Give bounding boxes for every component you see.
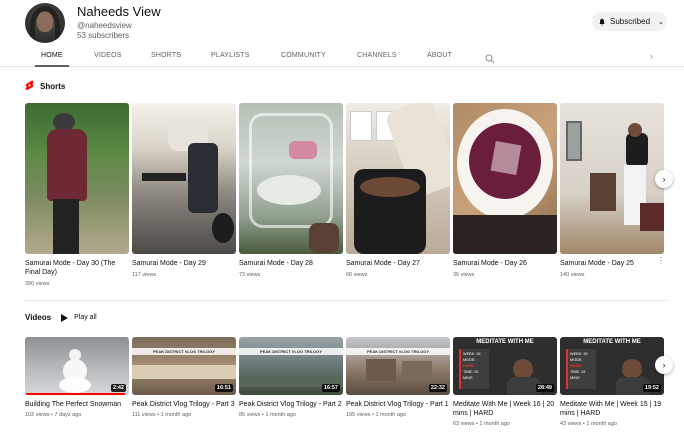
short-item[interactable]: Samurai Mode - Day 25 140 views xyxy=(560,103,664,278)
tab-playlists[interactable]: PLAYLISTS xyxy=(211,52,250,59)
active-tab-indicator xyxy=(35,65,69,67)
short-item[interactable]: Samurai Mode - Day 27 66 views xyxy=(346,103,450,278)
subscribe-label: Subscribed xyxy=(610,17,651,26)
short-title[interactable]: Samurai Mode - Day 25 xyxy=(560,259,664,268)
thumbnail-heading: MEDITATE WITH ME xyxy=(476,339,534,345)
video-thumbnail[interactable]: PEAK DISTRICT VLOG TRILOGY 22:32 xyxy=(346,337,450,395)
search-icon[interactable] xyxy=(485,51,495,69)
video-duration: 16:57 xyxy=(321,384,340,392)
videos-section-header: Videos Play all xyxy=(25,313,97,322)
more-options-icon[interactable]: ⋮ xyxy=(657,257,665,265)
shorts-section-header: Shorts xyxy=(25,80,65,93)
short-item[interactable]: Samurai Mode - Day 26 36 views xyxy=(453,103,557,278)
thumbnail-heading: MEDITATE WITH ME xyxy=(583,339,641,345)
short-thumbnail[interactable] xyxy=(560,103,664,254)
tab-about[interactable]: ABOUT xyxy=(427,52,452,59)
videos-next-button[interactable]: › xyxy=(655,356,673,374)
bell-icon xyxy=(598,18,606,26)
subscriber-count: 53 subscribers xyxy=(77,31,130,40)
short-thumbnail[interactable] xyxy=(25,103,129,254)
tab-channels[interactable]: CHANNELS xyxy=(357,52,397,59)
video-item[interactable]: MEDITATE WITH ME WEEK: 15 MODE: HARD TIM… xyxy=(560,337,664,427)
short-title[interactable]: Samurai Mode - Day 30 (The Final Day) xyxy=(25,259,129,277)
short-item[interactable]: Samurai Mode - Day 28 73 views xyxy=(239,103,343,278)
short-thumbnail[interactable] xyxy=(453,103,557,254)
chevron-right-icon: › xyxy=(662,174,666,184)
short-title[interactable]: Samurai Mode - Day 26 xyxy=(453,259,557,268)
video-duration: 22:32 xyxy=(428,384,447,392)
video-thumbnail[interactable]: PEAK DISTRICT VLOG TRILOGY 16:57 xyxy=(239,337,343,395)
short-views: 73 views xyxy=(239,272,261,278)
channel-header: Naheeds View @naheedsview 53 subscribers… xyxy=(0,0,684,48)
short-title[interactable]: Samurai Mode - Day 29 xyxy=(132,259,236,268)
video-thumbnail[interactable]: MEDITATE WITH ME WEEK: 15 MODE: HARD TIM… xyxy=(560,337,664,395)
watch-progress xyxy=(25,393,125,395)
video-item[interactable]: 2:42 Building The Perfect Snowman 102 vi… xyxy=(25,337,129,418)
video-duration: 16:51 xyxy=(214,384,233,392)
video-title[interactable]: Building The Perfect Snowman xyxy=(25,400,129,409)
thumbnail-banner: PEAK DISTRICT VLOG TRILOGY xyxy=(239,348,343,355)
video-meta: 102 views • 7 days ago xyxy=(25,412,82,418)
tab-community[interactable]: COMMUNITY xyxy=(281,52,326,59)
subscribe-button[interactable]: Subscribed ⌄ xyxy=(592,12,667,31)
thumbnail-banner: PEAK DISTRICT VLOG TRILOGY xyxy=(346,348,450,355)
video-duration: 28:49 xyxy=(535,384,554,392)
chevron-right-icon: › xyxy=(662,360,666,370)
channel-name: Naheeds View xyxy=(77,4,161,19)
play-all-label: Play all xyxy=(74,314,97,321)
short-views: 140 views xyxy=(560,272,585,278)
thumbnail-card: WEEK: 15 MODE: HARD TIME: 19 MINS xyxy=(566,349,596,389)
play-all-button[interactable]: Play all xyxy=(61,313,97,322)
shorts-icon xyxy=(25,80,34,93)
short-views: 390 views xyxy=(25,281,50,287)
channel-tabs: HOME VIDEOS SHORTS PLAYLISTS COMMUNITY C… xyxy=(0,48,684,67)
short-views: 36 views xyxy=(453,272,475,278)
short-item[interactable]: Samurai Mode - Day 30 (The Final Day) 39… xyxy=(25,103,129,287)
videos-section-title: Videos xyxy=(25,313,52,322)
short-title[interactable]: Samurai Mode - Day 28 xyxy=(239,259,343,268)
play-icon xyxy=(61,313,69,322)
video-meta: 195 views • 1 month ago xyxy=(346,412,407,418)
video-item[interactable]: PEAK DISTRICT VLOG TRILOGY 16:51 Peak Di… xyxy=(132,337,236,418)
thumbnail-banner: PEAK DISTRICT VLOG TRILOGY xyxy=(132,348,236,355)
video-item[interactable]: PEAK DISTRICT VLOG TRILOGY 22:32 Peak Di… xyxy=(346,337,450,418)
video-item[interactable]: MEDITATE WITH ME WEEK: 16 MODE: HARD TIM… xyxy=(453,337,557,427)
thumbnail-card: WEEK: 16 MODE: HARD TIME: 20 MINS xyxy=(459,349,489,389)
video-title[interactable]: Meditate With Me | Week 16 | 20 mins | H… xyxy=(453,400,557,418)
video-thumbnail[interactable]: MEDITATE WITH ME WEEK: 16 MODE: HARD TIM… xyxy=(453,337,557,395)
video-meta: 85 views • 1 month ago xyxy=(239,412,296,418)
channel-handle: @naheedsview xyxy=(77,21,132,30)
short-views: 66 views xyxy=(346,272,368,278)
video-duration: 19:52 xyxy=(642,384,661,392)
tab-home[interactable]: HOME xyxy=(41,52,63,59)
video-title[interactable]: Peak District Vlog Trilogy - Part 1 xyxy=(346,400,450,409)
tab-shorts[interactable]: SHORTS xyxy=(151,52,181,59)
chevron-right-icon[interactable]: › xyxy=(650,51,653,61)
video-meta: 43 views • 1 month ago xyxy=(560,421,617,427)
video-duration: 2:42 xyxy=(110,384,126,392)
video-title[interactable]: Meditate With Me | Week 15 | 19 mins | H… xyxy=(560,400,664,418)
short-item[interactable]: Samurai Mode - Day 29 117 views xyxy=(132,103,236,278)
video-meta: 63 views • 1 month ago xyxy=(453,421,510,427)
short-title[interactable]: Samurai Mode - Day 27 xyxy=(346,259,450,268)
chevron-down-icon: ⌄ xyxy=(658,18,664,26)
video-thumbnail[interactable]: 2:42 xyxy=(25,337,129,395)
shorts-next-button[interactable]: › xyxy=(655,170,673,188)
short-thumbnail[interactable] xyxy=(239,103,343,254)
shorts-section-title: Shorts xyxy=(40,82,66,91)
video-title[interactable]: Peak District Vlog Trilogy - Part 3 xyxy=(132,400,236,409)
video-item[interactable]: PEAK DISTRICT VLOG TRILOGY 16:57 Peak Di… xyxy=(239,337,343,418)
channel-avatar[interactable] xyxy=(25,3,65,43)
tab-videos[interactable]: VIDEOS xyxy=(94,52,122,59)
short-thumbnail[interactable] xyxy=(346,103,450,254)
video-title[interactable]: Peak District Vlog Trilogy - Part 2 xyxy=(239,400,343,409)
short-thumbnail[interactable] xyxy=(132,103,236,254)
section-divider xyxy=(25,300,667,301)
video-meta: 111 views • 1 month ago xyxy=(132,412,192,418)
short-views: 117 views xyxy=(132,272,157,278)
video-thumbnail[interactable]: PEAK DISTRICT VLOG TRILOGY 16:51 xyxy=(132,337,236,395)
